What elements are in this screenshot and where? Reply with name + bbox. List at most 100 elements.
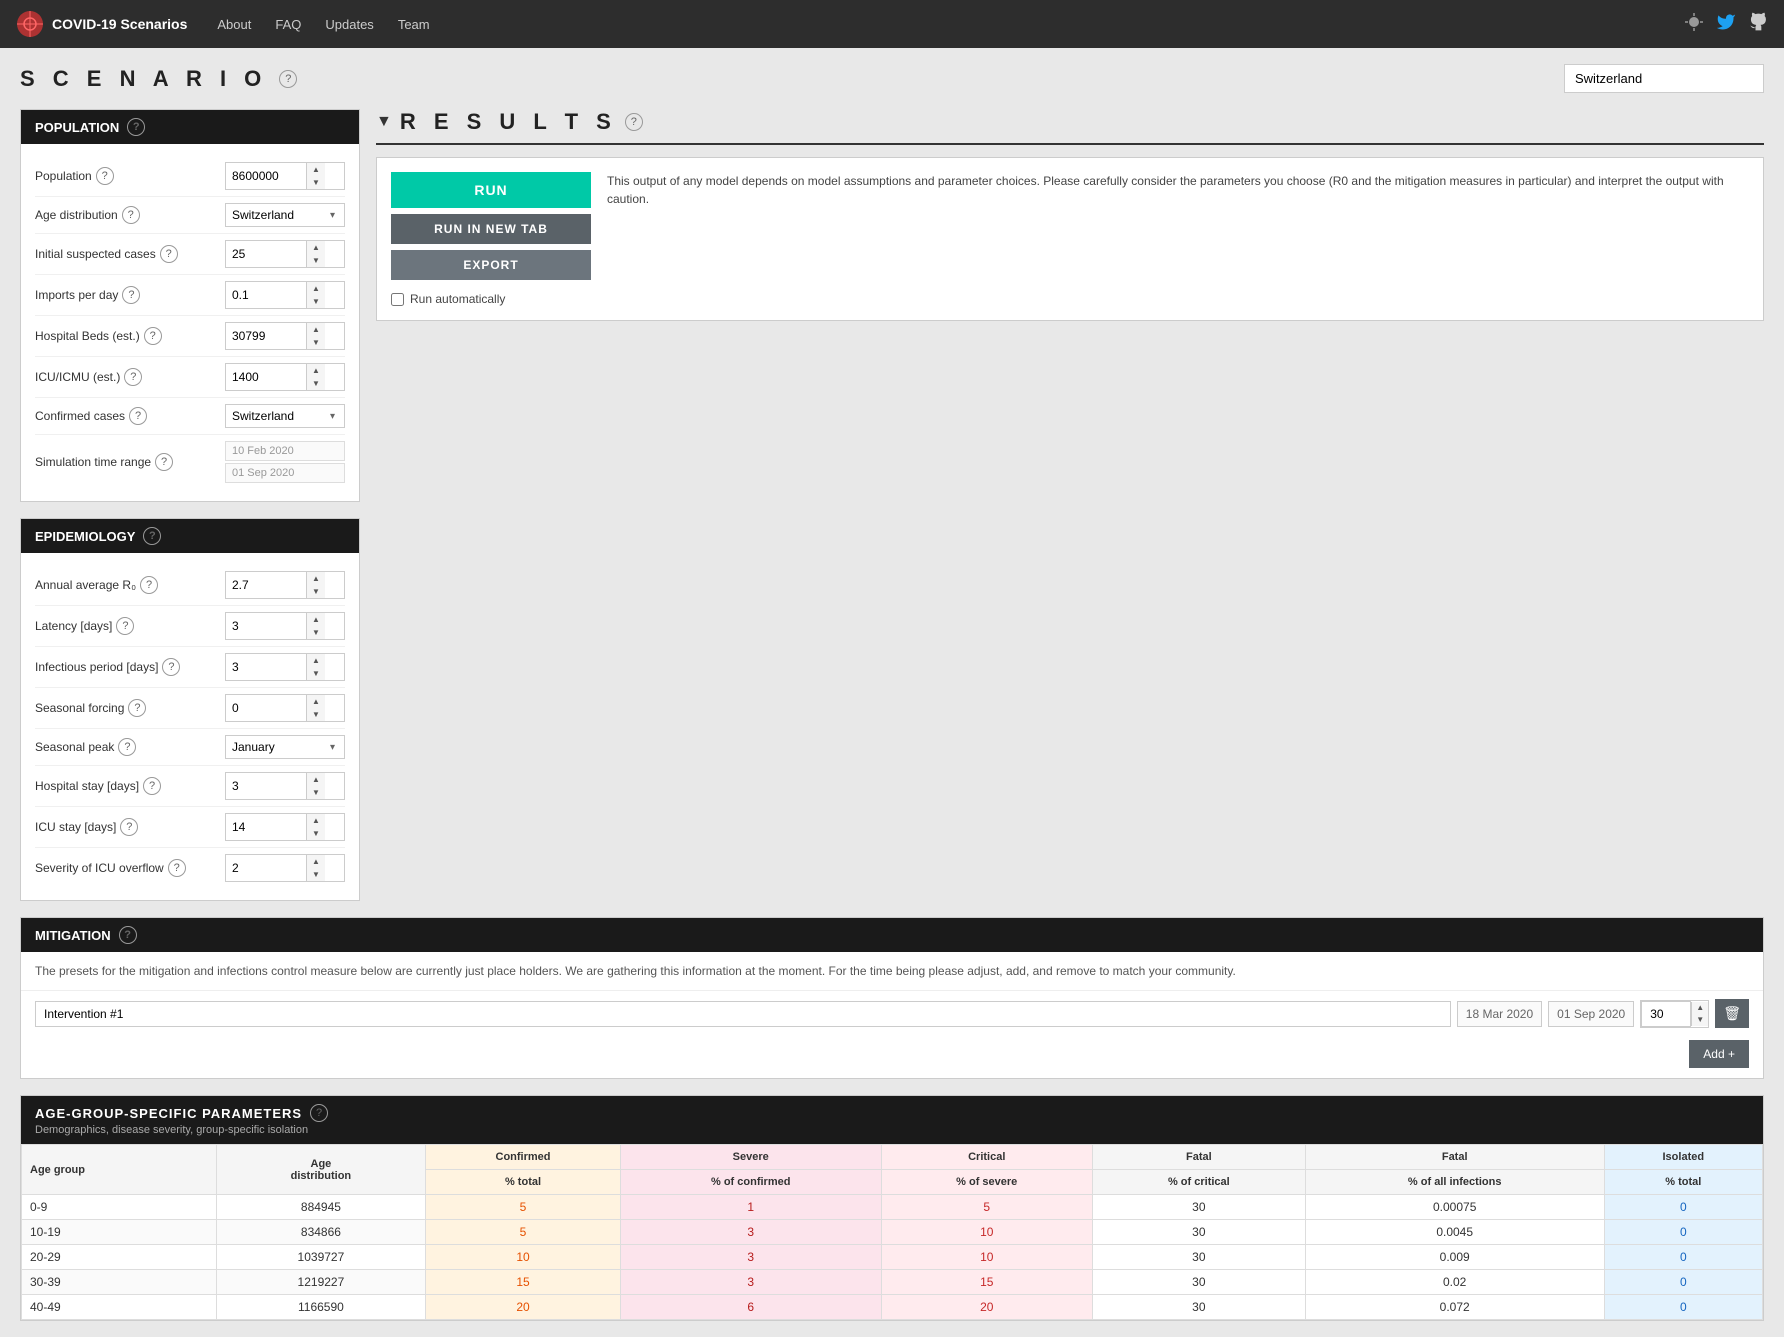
hospital-stay-label: Hospital stay [days] ? [35,777,225,795]
hospital-beds-help[interactable]: ? [144,327,162,345]
results-help-icon[interactable]: ? [625,113,643,131]
icu-help[interactable]: ? [124,368,142,386]
th-critical-sub: % of severe [881,1170,1092,1195]
population-up[interactable]: ▲ [307,163,325,176]
run-auto-checkbox[interactable] [391,293,404,306]
seasonal-peak-help[interactable]: ? [118,738,136,756]
initial-cases-input[interactable] [226,243,306,265]
cell-confirmed: 20 [426,1295,621,1320]
nav-faq[interactable]: FAQ [265,11,311,38]
population-down[interactable]: ▼ [307,176,325,189]
sim-time-start-input[interactable] [225,441,345,461]
intervention-down[interactable]: ▼ [1692,1014,1708,1026]
mitigation-header: MITIGATION ? [21,918,1763,952]
latency-input[interactable] [226,615,306,637]
cell-age-dist: 1039727 [216,1245,426,1270]
icu-stay-input[interactable] [226,816,306,838]
severity-overflow-input[interactable] [226,857,306,879]
age-params-help-icon[interactable]: ? [310,1104,328,1122]
icu-stay-up[interactable]: ▲ [307,814,325,827]
country-dropdown[interactable]: Switzerland Germany France Italy United … [1564,64,1764,93]
intervention-name-input[interactable] [35,1001,1451,1027]
icu-down[interactable]: ▼ [307,377,325,390]
confirmed-cases-row: Confirmed cases ? Switzerland ▾ [35,398,345,435]
intervention-up[interactable]: ▲ [1692,1002,1708,1014]
seasonal-forcing-help[interactable]: ? [128,699,146,717]
initial-cases-help[interactable]: ? [160,245,178,263]
intervention-start-date: 18 Mar 2020 [1457,1001,1542,1027]
sim-time-help[interactable]: ? [155,453,173,471]
severity-overflow-help[interactable]: ? [168,859,186,877]
population-help-icon[interactable]: ? [127,118,145,136]
export-button[interactable]: EXPORT [391,250,591,280]
nav-team[interactable]: Team [388,11,440,38]
nav-about[interactable]: About [207,11,261,38]
delete-intervention-button[interactable]: 🗑 [1715,999,1749,1028]
severity-overflow-down[interactable]: ▼ [307,868,325,881]
th-isolated: Isolated [1604,1145,1762,1170]
r0-help[interactable]: ? [140,576,158,594]
hospital-stay-help[interactable]: ? [143,777,161,795]
seasonal-forcing-input[interactable] [226,697,306,719]
confirmed-cases-help[interactable]: ? [129,407,147,425]
nav-updates[interactable]: Updates [315,11,383,38]
population-input[interactable] [226,165,306,187]
initial-cases-up[interactable]: ▲ [307,241,325,254]
hospital-stay-up[interactable]: ▲ [307,773,325,786]
imports-row: Imports per day ? ▲ ▼ [35,275,345,316]
hospital-stay-input[interactable] [226,775,306,797]
latency-help[interactable]: ? [116,617,134,635]
seasonal-forcing-down[interactable]: ▼ [307,708,325,721]
github-icon[interactable] [1748,12,1768,37]
cell-age-dist: 1166590 [216,1295,426,1320]
mitigation-help-icon[interactable]: ? [119,926,137,944]
age-params-panel: AGE-GROUP-SPECIFIC PARAMETERS ? Demograp… [20,1095,1764,1321]
severity-overflow-up[interactable]: ▲ [307,855,325,868]
add-intervention-button[interactable]: Add + [1689,1040,1749,1068]
brand[interactable]: COVID-19 Scenarios [16,10,187,38]
twitter-icon[interactable] [1716,12,1736,37]
infectious-up[interactable]: ▲ [307,654,325,667]
epidemiology-title: EPIDEMIOLOGY [35,529,135,544]
severity-overflow-wrap: ▲ ▼ [225,854,345,882]
latency-down[interactable]: ▼ [307,626,325,639]
hospital-beds-down[interactable]: ▼ [307,336,325,349]
imports-up[interactable]: ▲ [307,282,325,295]
infectious-input[interactable] [226,656,306,678]
cell-severe: 3 [620,1270,881,1295]
age-dist-help[interactable]: ? [122,206,140,224]
hospital-beds-input[interactable] [226,325,306,347]
icu-up[interactable]: ▲ [307,364,325,377]
seasonal-forcing-label: Seasonal forcing ? [35,699,225,717]
r0-input[interactable] [226,574,306,596]
r0-up[interactable]: ▲ [307,572,325,585]
initial-cases-down[interactable]: ▼ [307,254,325,267]
severity-overflow-label: Severity of ICU overflow ? [35,859,225,877]
scenario-help-icon[interactable]: ? [279,70,297,88]
seasonal-peak-select[interactable]: January February March July [226,736,326,758]
infectious-help[interactable]: ? [162,658,180,676]
intervention-value-input[interactable] [1641,1001,1691,1027]
run-new-tab-button[interactable]: RUN IN NEW TAB [391,214,591,244]
population-field-help[interactable]: ? [96,167,114,185]
age-dist-select[interactable]: Switzerland [226,204,326,226]
infectious-down[interactable]: ▼ [307,667,325,680]
hospital-beds-up[interactable]: ▲ [307,323,325,336]
confirmed-cases-select[interactable]: Switzerland [226,405,326,427]
imports-down[interactable]: ▼ [307,295,325,308]
icu-stay-down[interactable]: ▼ [307,827,325,840]
epidemiology-help-icon[interactable]: ? [143,527,161,545]
sim-time-end-input[interactable] [225,463,345,483]
age-table-row: 0-9 884945 5 1 5 30 0.00075 0 [22,1195,1763,1220]
run-button[interactable]: RUN [391,172,591,208]
virus-icon[interactable] [1684,12,1704,37]
imports-input[interactable] [226,284,306,306]
seasonal-forcing-up[interactable]: ▲ [307,695,325,708]
mitigation-title: MITIGATION [35,928,111,943]
imports-help[interactable]: ? [122,286,140,304]
icu-stay-help[interactable]: ? [120,818,138,836]
icu-input[interactable] [226,366,306,388]
hospital-stay-down[interactable]: ▼ [307,786,325,799]
latency-up[interactable]: ▲ [307,613,325,626]
r0-down[interactable]: ▼ [307,585,325,598]
